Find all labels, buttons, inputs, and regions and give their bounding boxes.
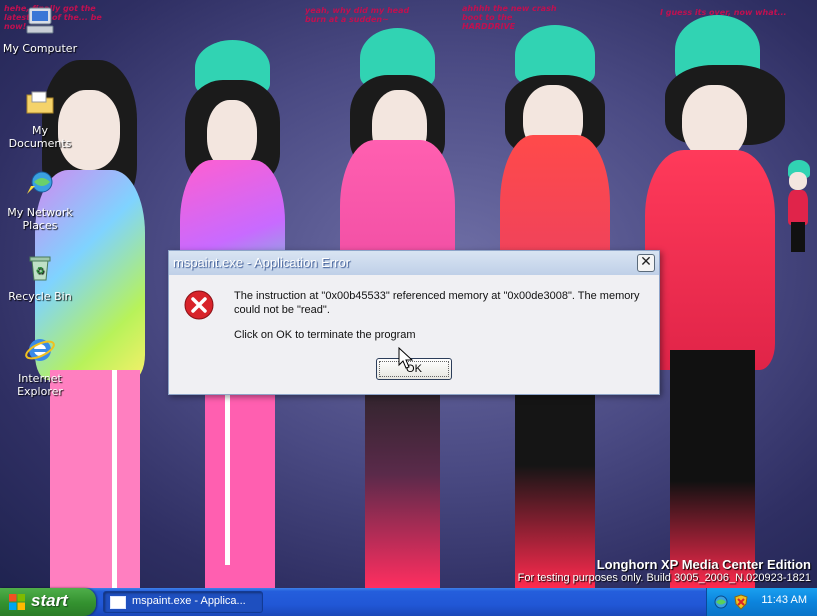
windows-logo-icon	[9, 594, 25, 610]
desktop: hehe, finally got the latest ver. of the…	[0, 0, 817, 588]
close-icon: ✕	[640, 254, 652, 270]
network-icon[interactable]	[713, 594, 729, 610]
computer-icon	[26, 7, 54, 34]
desktop-icon-my-network-places[interactable]: My Network Places	[0, 168, 80, 232]
desktop-icon-internet-explorer[interactable]: Internet Explorer	[0, 334, 80, 398]
wallpaper-character-5	[640, 10, 790, 588]
dialog-title-bar[interactable]: mspaint.exe - Application Error ✕	[169, 251, 659, 275]
desktop-icon-my-computer[interactable]: My Computer	[0, 4, 80, 55]
dialog-title: mspaint.exe - Application Error	[173, 255, 351, 270]
system-tray: 11:43 AM	[706, 588, 817, 616]
wallpaper-scribble: I guess its over, now what...	[660, 8, 787, 17]
taskbar: start mspaint.exe - Applica... 11:43 AM	[0, 588, 817, 616]
wallpaper-character-small	[782, 160, 812, 255]
window-icon	[110, 596, 126, 609]
build-watermark: Longhorn XP Media Center Edition For tes…	[518, 557, 811, 584]
recycle-bin-icon: ♻	[29, 256, 51, 281]
application-error-dialog: mspaint.exe - Application Error ✕ The in…	[168, 250, 660, 395]
start-button[interactable]: start	[0, 588, 96, 616]
clock[interactable]: 11:43 AM	[761, 594, 807, 606]
start-label: start	[31, 591, 68, 610]
watermark-build: For testing purposes only. Build 3005_20…	[517, 572, 811, 584]
terminate-instruction: Click on OK to terminate the program	[234, 329, 416, 341]
desktop-icon-label: My Network Places	[7, 206, 73, 232]
close-button[interactable]: ✕	[637, 254, 655, 272]
network-places-icon	[27, 171, 53, 194]
ok-button[interactable]: OK	[376, 358, 452, 380]
taskbar-item-label: mspaint.exe - Applica...	[132, 595, 246, 607]
desktop-icon-my-documents[interactable]: My Documents	[0, 86, 80, 150]
desktop-icon-label: Internet Explorer	[17, 372, 63, 398]
mouse-cursor-icon	[398, 347, 414, 369]
folder-documents-icon	[26, 91, 54, 114]
wallpaper-scribble: ahhhh the new crash boot to the HARDDRIV…	[462, 4, 557, 31]
desktop-icon-label: My Documents	[8, 124, 72, 150]
desktop-icon-label: Recycle Bin	[8, 290, 72, 303]
svg-text:♻: ♻	[36, 266, 45, 277]
error-message: The instruction at "0x00b45533" referenc…	[234, 290, 640, 316]
watermark-edition: Longhorn XP Media Center Edition	[596, 557, 811, 572]
wallpaper-scribble: yeah, why did my head burn at a sudden~	[305, 6, 410, 24]
internet-explorer-icon	[25, 339, 55, 361]
security-alert-icon[interactable]	[733, 594, 749, 610]
desktop-icon-recycle-bin[interactable]: ♻ Recycle Bin	[0, 252, 80, 303]
desktop-icon-label: My Computer	[2, 42, 78, 55]
taskbar-item-mspaint[interactable]: mspaint.exe - Applica...	[103, 591, 263, 613]
error-icon	[184, 290, 214, 320]
